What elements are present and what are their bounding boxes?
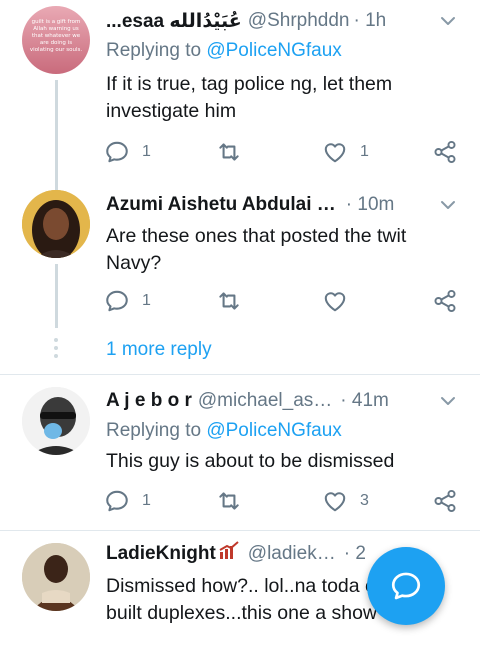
share-button[interactable] [432,287,458,315]
share-button[interactable] [432,487,458,515]
avatar[interactable] [22,190,90,258]
like-button[interactable]: 3 [322,487,369,515]
retweet-icon [216,139,242,165]
reply-button[interactable]: 1 [104,138,151,166]
handle[interactable]: @michael_as… [198,390,332,412]
reply-button[interactable]: 1 [104,487,151,515]
reply-icon [104,488,130,514]
share-icon [432,488,458,514]
action-bar: 1 1 [104,138,464,166]
reply-count: 1 [142,292,151,309]
retweet-icon [216,288,242,314]
reply-icon [104,139,130,165]
tweet-text: Are these ones that posted the twit Navy… [106,225,407,274]
display-name[interactable]: A j e b o r [106,390,192,412]
like-button[interactable] [322,287,348,315]
replying-to: Replying to @PoliceNGfaux [106,420,342,441]
like-count: 3 [360,492,369,509]
heart-icon [322,288,348,314]
tweet-text: If it is true, tag police ng, let them i… [106,73,393,122]
tweet-1[interactable]: guilt is a gift from Allah warning us th… [0,0,480,190]
action-bar: 1 3 [104,487,464,515]
chevron-down-icon[interactable] [436,193,460,217]
tweet-3[interactable]: A j e b o r @michael_as… · 41m Replying … [0,375,480,530]
reply-count: 1 [142,143,151,160]
thread-line [55,264,58,328]
chevron-down-icon[interactable] [436,9,460,33]
like-button[interactable]: 1 [322,138,369,166]
replying-to: Replying to @PoliceNGfaux [106,40,342,61]
thread-dots [54,338,58,362]
tweet-2[interactable]: Azumi Aishetu Abdulai … · 10m Are these … [0,190,480,370]
reply-count: 1 [142,492,151,509]
timestamp: · 41m [340,390,389,411]
retweet-button[interactable] [216,287,242,315]
like-count: 1 [360,143,369,160]
retweet-icon [216,488,242,514]
chevron-down-icon[interactable] [436,389,460,413]
avatar[interactable] [22,543,90,611]
heart-icon [322,139,348,165]
avatar[interactable] [22,387,90,455]
timestamp: · 1h [353,10,387,31]
handle[interactable]: @ladiek… [248,543,336,565]
avatar[interactable]: guilt is a gift from Allah warning us th… [22,6,90,74]
thread-line [55,80,58,190]
more-replies-link[interactable]: 1 more reply [106,339,212,361]
retweet-button[interactable] [216,487,242,515]
timestamp: · 10m [345,194,395,215]
heart-icon [322,488,348,514]
reply-to-link[interactable]: @PoliceNGfaux [206,40,341,61]
action-bar: 1 [104,287,464,315]
reply-icon [104,288,130,314]
reply-to-link[interactable]: @PoliceNGfaux [206,420,341,441]
display-name[interactable]: Azumi Aishetu Abdulai … [106,194,336,216]
reply-button[interactable]: 1 [104,287,151,315]
display-name[interactable]: LadieKnight [106,543,216,565]
compose-reply-button[interactable] [358,546,454,626]
share-icon [432,288,458,314]
share-button[interactable] [432,138,458,166]
chart-emoji-icon [218,541,240,567]
avatar-caption: guilt is a gift from Allah warning us th… [29,19,83,53]
compose-reply-icon [367,547,445,625]
handle[interactable]: @Shrphddn [248,10,350,32]
retweet-button[interactable] [216,138,242,166]
display-name[interactable]: ...esaa عُبَيْدُالله [106,10,242,33]
share-icon [432,139,458,165]
tweet-text: This guy is about to be dismissed [106,450,395,472]
